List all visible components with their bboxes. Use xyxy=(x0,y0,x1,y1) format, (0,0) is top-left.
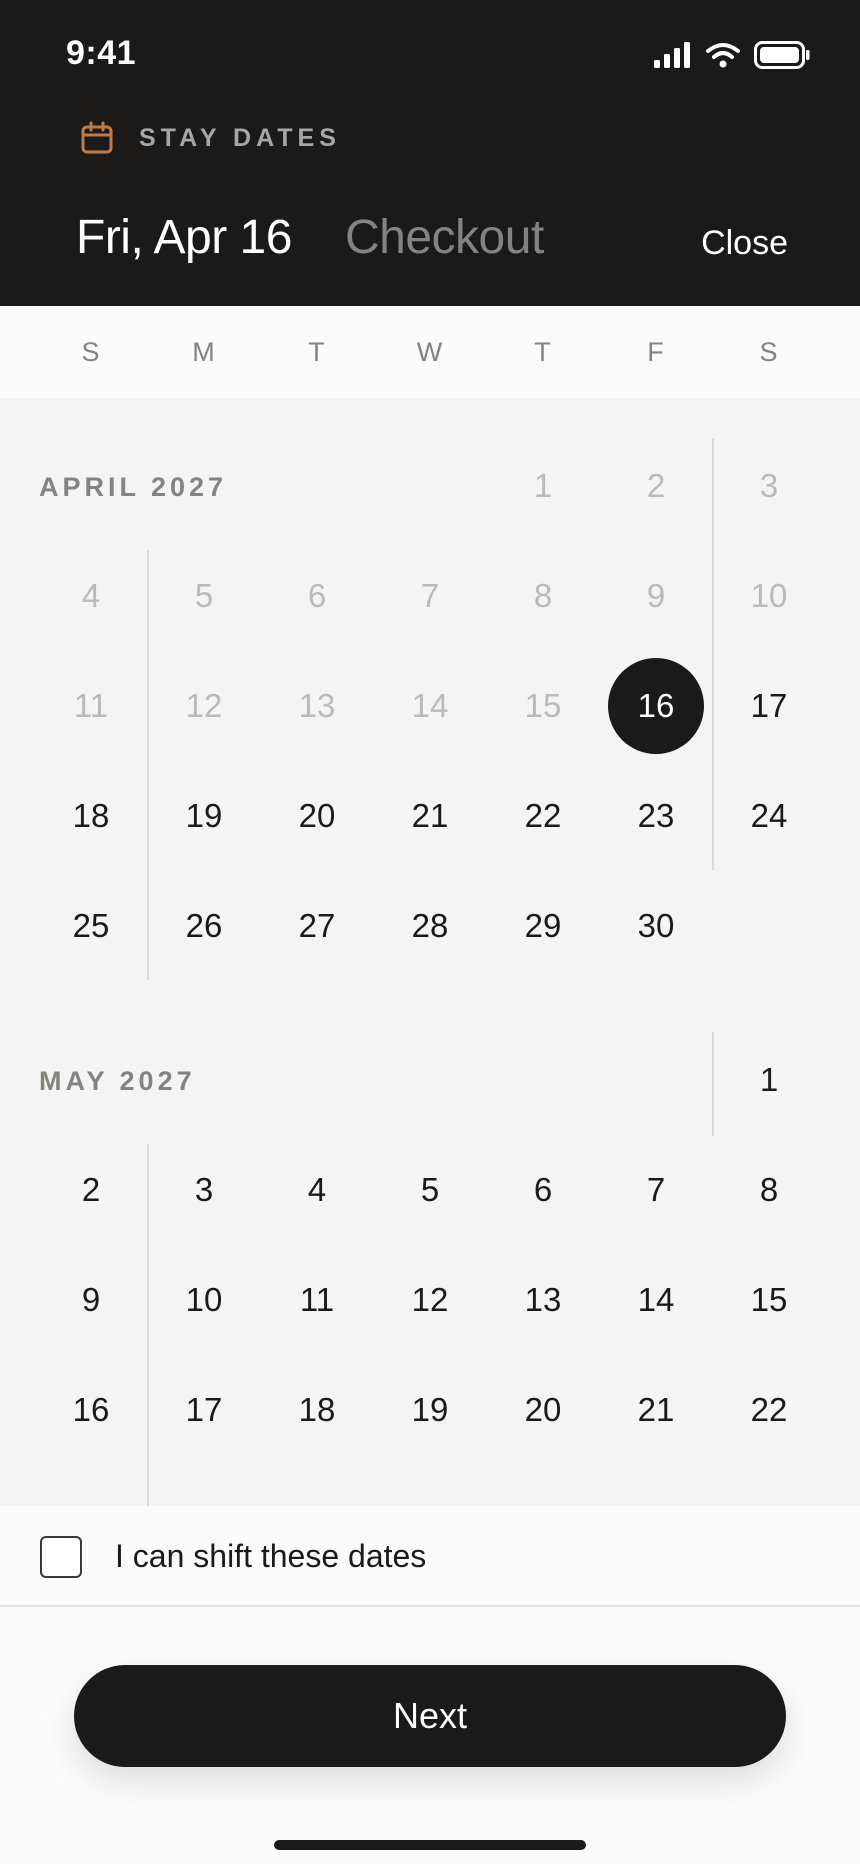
section-label: STAY DATES xyxy=(139,124,341,152)
week-divider xyxy=(147,550,149,980)
weekday-label: S xyxy=(81,337,100,367)
day-cell[interactable]: 18 xyxy=(269,1362,365,1458)
day-cell-selected[interactable]: 16 xyxy=(608,658,704,754)
day-cell[interactable]: 20 xyxy=(269,768,365,864)
weekday-label: F xyxy=(647,337,664,367)
day-cell[interactable]: 22 xyxy=(721,1362,817,1458)
day-cell: 3 xyxy=(759,467,779,504)
close-button[interactable]: Close xyxy=(701,224,788,263)
calendar-grid: APRIL 2027 MAY 2027 1 2 3 4 5 6 7 8 9 10 11 12 13 14 1… xyxy=(0,398,860,1506)
day-cell[interactable]: 24 xyxy=(721,768,817,864)
flexible-dates-checkbox[interactable] xyxy=(40,1536,82,1578)
day-cell: 14 xyxy=(411,687,449,724)
signal-icon xyxy=(654,42,690,68)
day-cell: 15 xyxy=(524,687,562,724)
checkout-date[interactable]: Checkout xyxy=(345,210,544,265)
footer: I can shift these dates Next xyxy=(0,1506,860,1864)
day-cell[interactable]: 21 xyxy=(382,768,478,864)
day-cell[interactable]: 30 xyxy=(608,878,704,974)
day-cell[interactable]: 21 xyxy=(608,1362,704,1458)
month-title: APRIL 2027 xyxy=(39,472,228,502)
day-cell: 10 xyxy=(750,577,788,614)
day-cell[interactable]: 19 xyxy=(156,768,252,864)
day-cell[interactable]: 29 xyxy=(495,878,591,974)
day-cell: 4 xyxy=(81,577,101,614)
day-cell[interactable]: 20 xyxy=(495,1362,591,1458)
day-cell[interactable]: 12 xyxy=(382,1252,478,1348)
day-cell[interactable]: 5 xyxy=(382,1142,478,1238)
weekday-label: T xyxy=(534,337,551,367)
calendar-icon xyxy=(81,121,113,154)
day-cell[interactable]: 17 xyxy=(721,658,817,754)
day-cell[interactable]: 6 xyxy=(495,1142,591,1238)
day-cell: 7 xyxy=(420,577,440,614)
day-cell[interactable]: 8 xyxy=(721,1142,817,1238)
day-cell[interactable]: 26 xyxy=(156,878,252,974)
day-cell[interactable]: 15 xyxy=(721,1252,817,1348)
day-cell: 5 xyxy=(194,577,214,614)
week-divider xyxy=(712,438,714,870)
wifi-icon xyxy=(706,43,740,68)
day-cell[interactable]: 11 xyxy=(269,1252,365,1348)
day-cell[interactable]: 4 xyxy=(269,1142,365,1238)
day-cell: 13 xyxy=(298,687,336,724)
day-cell: 6 xyxy=(307,577,327,614)
weekday-label: S xyxy=(759,337,778,367)
weekday-label: M xyxy=(192,337,215,367)
day-cell: 8 xyxy=(533,577,553,614)
day-cell[interactable]: 18 xyxy=(43,768,139,864)
battery-icon xyxy=(754,41,810,69)
status-time: 9:41 xyxy=(66,34,137,72)
day-cell[interactable]: 22 xyxy=(495,768,591,864)
month-title: MAY 2027 xyxy=(39,1066,196,1096)
day-cell[interactable]: 9 xyxy=(43,1252,139,1348)
day-cell: 9 xyxy=(646,577,666,614)
day-cell[interactable]: 10 xyxy=(156,1252,252,1348)
next-button[interactable]: Next xyxy=(74,1665,786,1767)
home-indicator xyxy=(274,1840,586,1850)
day-cell[interactable]: 27 xyxy=(269,878,365,974)
day-cell[interactable]: 1 xyxy=(721,1032,817,1128)
status-icons xyxy=(654,40,810,70)
day-cell[interactable]: 7 xyxy=(608,1142,704,1238)
day-cell[interactable]: 2 xyxy=(43,1142,139,1238)
day-cell: 11 xyxy=(73,687,109,724)
day-cell[interactable]: 3 xyxy=(156,1142,252,1238)
day-cell[interactable]: 14 xyxy=(608,1252,704,1348)
week-divider xyxy=(147,1144,149,1506)
day-cell: 1 xyxy=(533,467,553,504)
day-cell[interactable]: 28 xyxy=(382,878,478,974)
weekday-label: T xyxy=(308,337,325,367)
day-cell[interactable]: 23 xyxy=(608,768,704,864)
weekday-header: S M T W T F S xyxy=(0,306,860,398)
flexible-dates-row[interactable]: I can shift these dates xyxy=(0,1506,860,1607)
checkin-date[interactable]: Fri, Apr 16 xyxy=(76,210,292,265)
day-cell[interactable]: 17 xyxy=(156,1362,252,1458)
day-cell[interactable]: 13 xyxy=(495,1252,591,1348)
week-divider xyxy=(712,1032,714,1136)
day-cell[interactable]: 19 xyxy=(382,1362,478,1458)
day-cell[interactable]: 25 xyxy=(43,878,139,974)
day-cell: 2 xyxy=(646,467,666,504)
day-cell: 12 xyxy=(185,687,223,724)
flexible-dates-label: I can shift these dates xyxy=(115,1538,427,1574)
weekday-label: W xyxy=(416,337,443,367)
header: 9:41 STAY DATES Fri, Apr 16 Checkout Clo… xyxy=(0,0,860,306)
day-cell[interactable]: 16 xyxy=(43,1362,139,1458)
